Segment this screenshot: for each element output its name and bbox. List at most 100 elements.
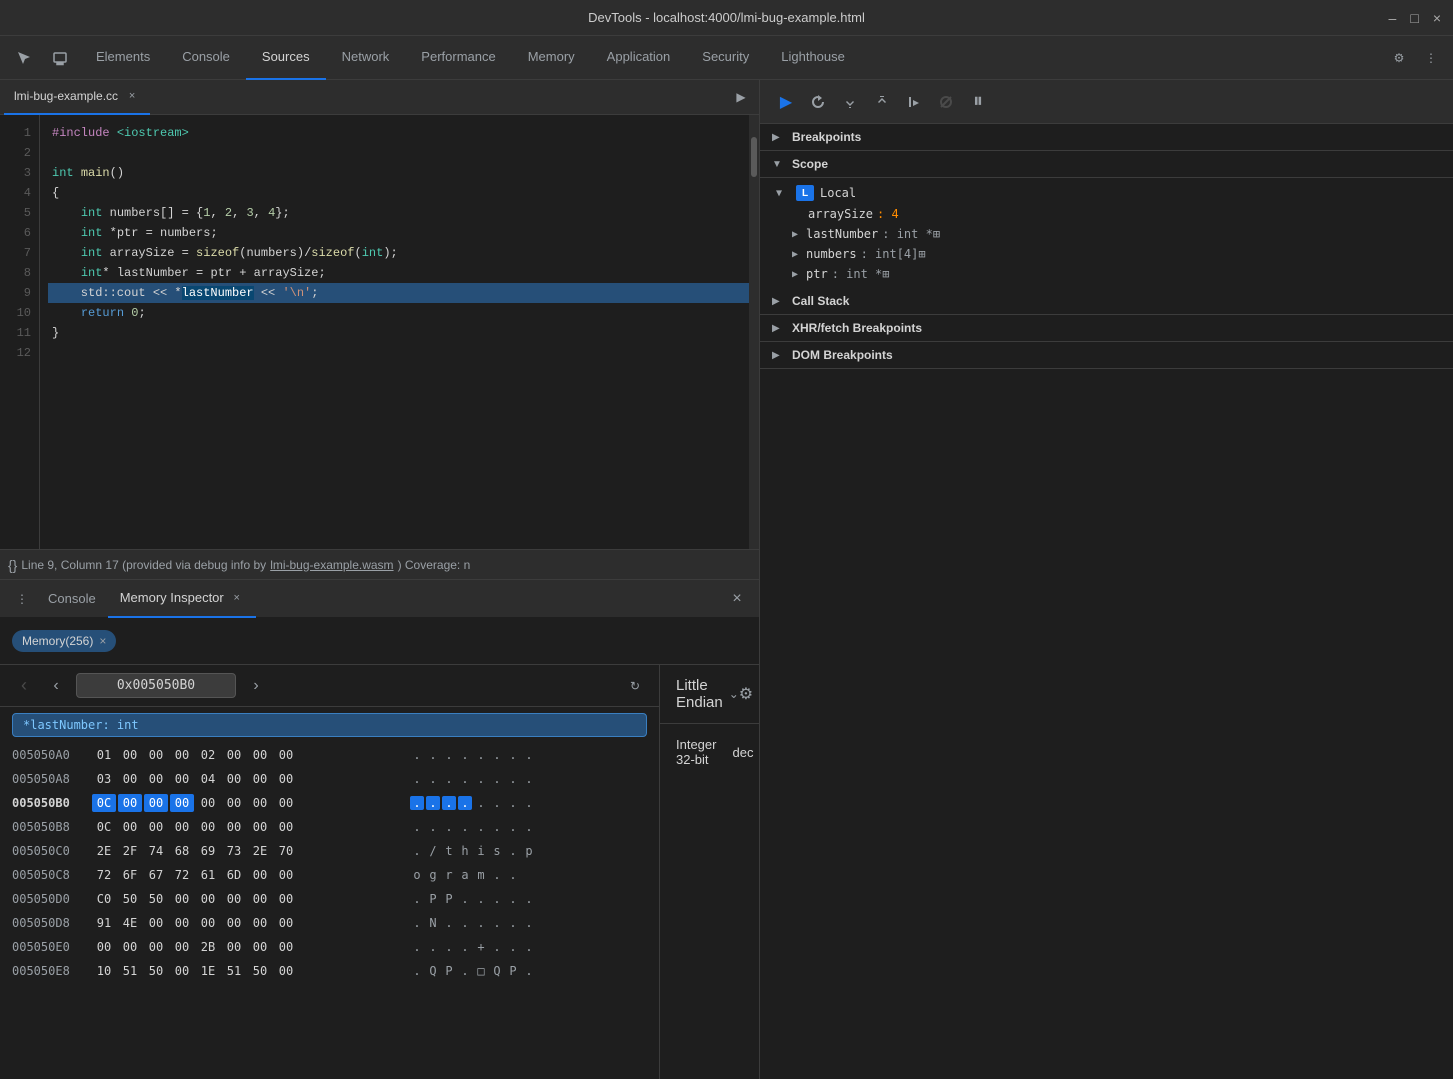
scope-section-header[interactable]: ▼ Scope xyxy=(760,151,1453,178)
hex-addr: 005050B8 xyxy=(12,820,92,834)
scope-ptr-item[interactable]: ▶ ptr : int *⊞ xyxy=(760,264,1453,284)
file-tabs-right: ▶ xyxy=(727,83,755,111)
hex-bytes: 0C 00 00 00 00 00 00 00 xyxy=(92,794,402,812)
scope-lastnumber-item[interactable]: ▶ lastNumber : int *⊞ xyxy=(760,224,1453,244)
debugger-content: ▶ Breakpoints ▼ Scope ▼ L Local arraySiz… xyxy=(760,124,1453,1079)
more-panels-icon[interactable]: ⋮ xyxy=(8,585,36,613)
scope-item-type: : int *⊞ xyxy=(882,227,940,241)
numbers-expand-icon: ▶ xyxy=(792,249,806,260)
code-line-3: int main() xyxy=(48,163,749,183)
endian-label: Little Endian xyxy=(676,677,723,711)
hex-bytes: 01 00 00 00 02 00 00 00 xyxy=(92,746,402,764)
maximize-btn[interactable]: □ xyxy=(1410,10,1418,26)
local-icon: L xyxy=(796,185,814,201)
scope-item-name: lastNumber xyxy=(806,227,878,241)
step-into-btn[interactable] xyxy=(836,88,864,116)
minimize-btn[interactable]: – xyxy=(1389,10,1397,26)
call-stack-title: Call Stack xyxy=(792,294,849,308)
dom-collapse-icon: ▶ xyxy=(772,350,788,361)
call-stack-section-header[interactable]: ▶ Call Stack xyxy=(760,288,1453,315)
bottom-tab-memory-inspector[interactable]: Memory Inspector × xyxy=(108,580,256,618)
scope-item-name: ptr xyxy=(806,267,828,281)
tab-network[interactable]: Network xyxy=(326,36,406,80)
hex-ascii: . . . . . . . . xyxy=(402,748,582,762)
hex-bytes: 91 4E 00 00 00 00 00 00 xyxy=(92,914,402,932)
memory-hex-panel: ‹ ‹ › ↻ *lastNumber: int 00505 xyxy=(0,665,660,1079)
hex-row-b0: 005050B0 0C 00 00 00 00 00 00 00 xyxy=(12,791,647,815)
inspector-format[interactable]: dec ⌄ xyxy=(732,745,759,760)
tab-elements[interactable]: Elements xyxy=(80,36,166,80)
xhr-breakpoints-section-header[interactable]: ▶ XHR/fetch Breakpoints xyxy=(760,315,1453,342)
endian-settings-icon[interactable]: ⚙ xyxy=(739,684,753,704)
tab-memory[interactable]: Memory xyxy=(512,36,591,80)
bottom-tab-memory-inspector-close[interactable]: × xyxy=(230,591,244,605)
code-scroll-thumb[interactable] xyxy=(751,137,757,177)
nav-forward-small-btn[interactable]: ‹ xyxy=(44,674,68,698)
hex-ascii: . / t h i s . p xyxy=(402,844,582,858)
xhr-collapse-icon: ▶ xyxy=(772,323,788,334)
bottom-tab-console[interactable]: Console xyxy=(36,580,108,618)
wasm-link[interactable]: lmi-bug-example.wasm xyxy=(270,558,393,572)
scope-numbers-item[interactable]: ▶ numbers : int[4]⊞ xyxy=(760,244,1453,264)
address-input[interactable] xyxy=(76,673,236,698)
tab-performance[interactable]: Performance xyxy=(405,36,511,80)
deactivate-breakpoints-btn[interactable] xyxy=(932,88,960,116)
hex-ascii: . . . . . . . . xyxy=(402,772,582,786)
bottom-panel: ⋮ Console Memory Inspector × × Memory(25… xyxy=(0,579,759,1079)
run-icon[interactable]: ▶ xyxy=(727,83,755,111)
code-line-5: int numbers[] = {1, 2, 3, 4}; xyxy=(48,203,749,223)
endian-select[interactable]: Little Endian ⌄ xyxy=(676,677,739,711)
close-btn[interactable]: × xyxy=(1433,10,1441,26)
close-bottom-panel-icon[interactable]: × xyxy=(723,585,751,613)
code-scrollbar[interactable] xyxy=(749,115,759,549)
step-out-btn[interactable] xyxy=(868,88,896,116)
var-badge[interactable]: *lastNumber: int xyxy=(12,713,647,737)
hex-ascii: . . . . . . . . xyxy=(402,796,582,810)
settings-icon[interactable]: ⚙ xyxy=(1385,44,1413,72)
status-suffix: ) Coverage: n xyxy=(398,558,471,572)
tab-application[interactable]: Application xyxy=(591,36,687,80)
code-line-9: std::cout << *lastNumber << '\n'; xyxy=(48,283,749,303)
hex-row-a0: 005050A0 01 00 00 00 02 00 00 00 xyxy=(12,743,647,767)
dom-breakpoints-section-header[interactable]: ▶ DOM Breakpoints xyxy=(760,342,1453,369)
xhr-breakpoints-title: XHR/fetch Breakpoints xyxy=(792,321,922,335)
device-icon[interactable] xyxy=(44,42,76,74)
hex-table: 005050A0 01 00 00 00 02 00 00 00 xyxy=(0,743,659,1079)
dom-breakpoints-title: DOM Breakpoints xyxy=(792,348,893,362)
code-line-1: #include <iostream> xyxy=(48,123,749,143)
scope-arraysize-item[interactable]: arraySize : 4 xyxy=(760,204,1453,224)
pause-on-exceptions-btn[interactable]: ⏸ xyxy=(964,88,992,116)
tab-console[interactable]: Console xyxy=(166,36,246,80)
endian-bar: Little Endian ⌄ ⚙ xyxy=(660,665,759,724)
file-tab-cc[interactable]: lmi-bug-example.cc × xyxy=(4,80,150,115)
hex-row-b8: 005050B8 0C 00 00 00 00 00 00 00 xyxy=(12,815,647,839)
bottom-tabs-bar: ⋮ Console Memory Inspector × × xyxy=(0,579,759,617)
code-line-10: return 0; xyxy=(48,303,749,323)
nav-forward-btn[interactable]: › xyxy=(244,674,268,698)
curly-bracket-icon: {} xyxy=(8,557,17,573)
memory-tab-close[interactable]: × xyxy=(99,634,106,648)
nav-back-btn[interactable]: ‹ xyxy=(12,674,36,698)
hex-bytes: 03 00 00 00 04 00 00 00 xyxy=(92,770,402,788)
tab-lighthouse[interactable]: Lighthouse xyxy=(765,36,861,80)
step-btn[interactable] xyxy=(900,88,928,116)
memory-content: ‹ ‹ › ↻ *lastNumber: int 00505 xyxy=(0,665,759,1079)
step-over-btn[interactable] xyxy=(804,88,832,116)
refresh-btn[interactable]: ↻ xyxy=(623,674,647,698)
more-icon[interactable]: ⋮ xyxy=(1417,44,1445,72)
resume-btn[interactable]: ▶ xyxy=(772,88,800,116)
tab-sources[interactable]: Sources xyxy=(246,36,326,80)
status-bar: {} Line 9, Column 17 (provided via debug… xyxy=(0,549,759,579)
file-tab-close[interactable]: × xyxy=(124,88,140,104)
memory-tab-256[interactable]: Memory(256) × xyxy=(12,630,116,652)
tab-security[interactable]: Security xyxy=(686,36,765,80)
local-name: Local xyxy=(820,186,856,200)
cursor-icon[interactable] xyxy=(8,42,40,74)
hex-ascii: o g r a m . . xyxy=(402,868,582,882)
hex-addr: 005050E0 xyxy=(12,940,92,954)
scope-item-name: arraySize xyxy=(808,207,873,221)
code-line-11: } xyxy=(48,323,749,343)
breakpoints-section-header[interactable]: ▶ Breakpoints xyxy=(760,124,1453,151)
memory-nav-bar: ‹ ‹ › ↻ xyxy=(0,665,659,707)
scope-local-item[interactable]: ▼ L Local xyxy=(760,182,1453,204)
